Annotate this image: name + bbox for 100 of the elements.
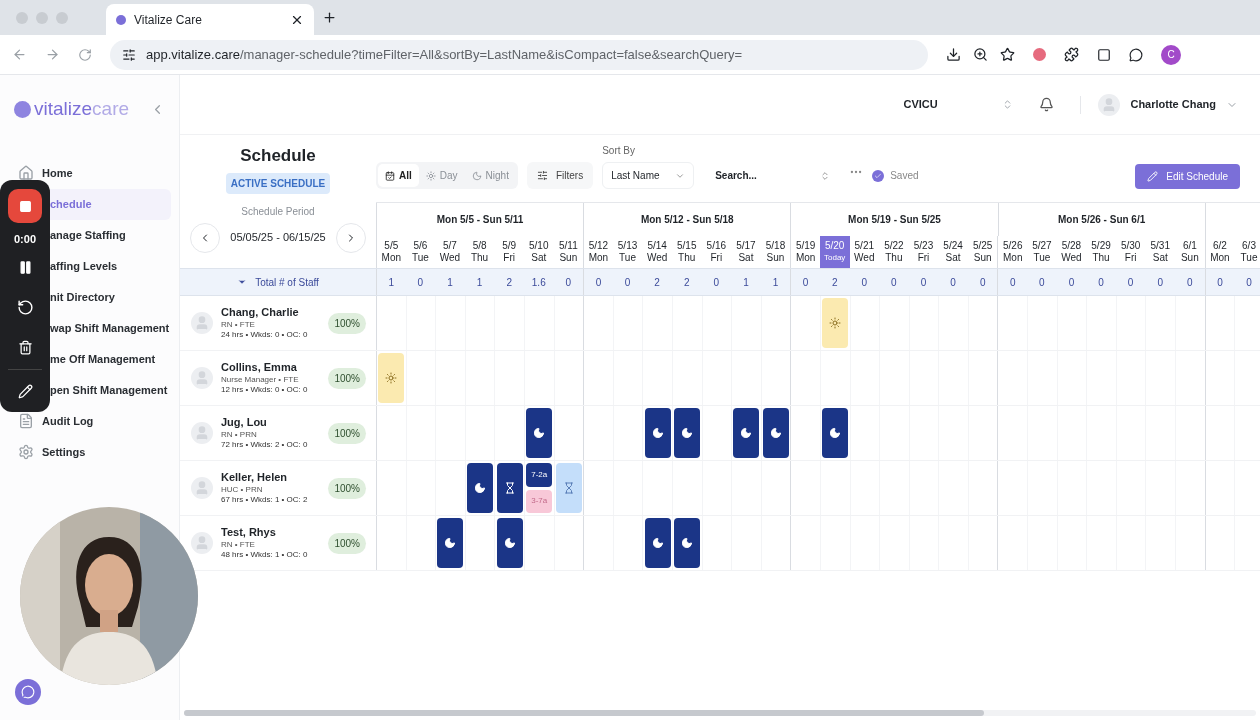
pause-icon[interactable] [17,259,33,275]
night-shift[interactable] [467,463,494,513]
unit-select[interactable]: CVICU [893,91,1024,118]
day-header: 5/13 Tue [616,239,639,265]
sidebar-panel-icon[interactable] [1097,47,1111,62]
staff-stats: 67 hrs • Wkds: 1 • OC: 2 [221,494,309,505]
sidebar-item[interactable]: Audit Log [8,405,171,437]
night-shift[interactable] [496,518,523,568]
night-shift[interactable] [674,408,701,458]
new-tab-icon[interactable] [322,10,337,25]
zoom-icon[interactable] [973,47,988,62]
extension-icon[interactable] [1033,48,1046,61]
night-shift[interactable] [644,408,671,458]
day-header: 5/28 Wed [1060,239,1083,265]
restart-icon[interactable] [16,298,34,316]
hourglass-icon [562,482,575,494]
total-cell-text: 0 [860,275,869,290]
total-cell-text: 1 [475,275,484,290]
on-call-shift[interactable] [496,463,523,513]
address-bar[interactable]: app.vitalize.care/manager-schedule?timeFilter=All&sortBy=LastName&isCompact=false&searchQuery= [110,39,928,70]
moon-icon [503,537,516,549]
fte-percent: 100% [328,422,366,444]
sidebar-item[interactable]: pen Shift Management [50,374,171,406]
moon-icon [474,482,487,494]
back-icon[interactable] [12,47,27,62]
total-cell: 0 [790,269,820,295]
total-cell-text: 0 [623,275,632,290]
reload-icon[interactable] [78,47,92,62]
sun-icon [425,170,436,181]
total-cell-text: 0 [978,275,987,290]
sidebar-item[interactable]: chedule [50,188,171,220]
moon-icon [681,537,694,549]
night-shift[interactable] [644,518,671,568]
sort-select[interactable]: Last Name [602,162,695,189]
install-icon[interactable] [946,47,961,62]
day-header: 5/16 Fri [705,239,728,265]
check-icon [872,169,885,182]
avatar-icon [1098,93,1121,116]
staff-stats: 24 hrs • Wkds: 0 • OC: 0 [221,329,309,340]
day-header: 5/31 Sat [1149,239,1171,265]
period-label: Schedule Period [241,204,315,219]
staff-stats: 72 hrs • Wkds: 2 • OC: 0 [221,439,309,450]
notification-icon[interactable] [1039,97,1055,112]
day-header: 6/1 Sun [1179,239,1200,265]
browser-tab[interactable]: Vitalize Care [106,4,314,35]
total-cell-text: 1 [742,275,750,290]
sun-icon [829,317,842,329]
collapse-caret-icon[interactable] [237,277,248,287]
moon-icon [471,170,482,181]
total-cell-text: 0 [919,275,928,290]
shift-time[interactable]: 7-2a [526,463,553,487]
fte-percent: 100% [328,312,366,334]
total-cell-text: 2 [830,275,839,290]
avatar-icon [191,422,213,444]
night-shift[interactable] [674,518,701,568]
total-cell: 0 [583,269,613,295]
filters-button[interactable]: Filters [526,162,594,189]
site-settings-icon[interactable] [122,47,136,62]
total-cell-text: 0 [712,275,721,290]
total-cell-text: 2 [682,275,691,290]
day-header: 5/20 Today [819,236,850,268]
sidebar-item[interactable]: Home [8,157,171,189]
favicon-icon [116,14,126,25]
total-cell-text: 0 [564,275,573,290]
day-header: 5/24 Sat [942,239,964,265]
night-shift[interactable] [733,408,760,458]
total-cell-text: 1 [446,275,454,290]
extensions-icon[interactable] [1064,47,1079,62]
sidebar-item[interactable]: affing Levels [50,250,171,282]
avatar-icon [191,312,213,334]
day-header: 5/25 Sun [971,239,994,265]
staff-name: Test, Rhys [221,526,277,540]
sidebar-item[interactable]: wap Shift Management [50,312,171,344]
fte-percent: 100% [328,477,366,499]
time-filter-tab[interactable]: All [378,164,419,187]
night-shift[interactable] [526,408,553,458]
delete-icon[interactable] [17,339,33,355]
sidebar-item[interactable]: Settings [8,436,171,468]
sidebar-item[interactable]: me Off Management [50,343,171,375]
sidebar-item[interactable]: nit Directory [50,281,171,313]
profile-button[interactable]: C [1161,44,1181,65]
pencil-icon[interactable] [17,383,33,399]
night-shift[interactable] [763,408,789,458]
forward-icon[interactable] [45,47,60,62]
total-cell-text: 0 [1186,275,1194,290]
chat-extension-icon[interactable] [1129,47,1143,62]
scrollbar-thumb[interactable] [184,710,984,716]
total-cell-text: 2 [505,275,513,290]
total-cell-text: 0 [416,275,425,290]
user-menu[interactable]: Charlotte Chang [1130,96,1238,113]
sidebar-item[interactable]: anage Staffing [50,219,171,251]
night-shift[interactable] [822,408,849,458]
stop-button[interactable] [8,189,42,223]
bookmark-icon[interactable] [1000,47,1015,62]
total-cell-text: 0 [890,275,898,290]
total-cell-text: 0 [1067,275,1076,290]
night-shift[interactable] [437,518,464,568]
day-header: 5/29 Thu [1090,239,1112,265]
search-field[interactable]: Search... [705,162,841,189]
edit-schedule-button[interactable]: Edit Schedule [1135,164,1240,189]
